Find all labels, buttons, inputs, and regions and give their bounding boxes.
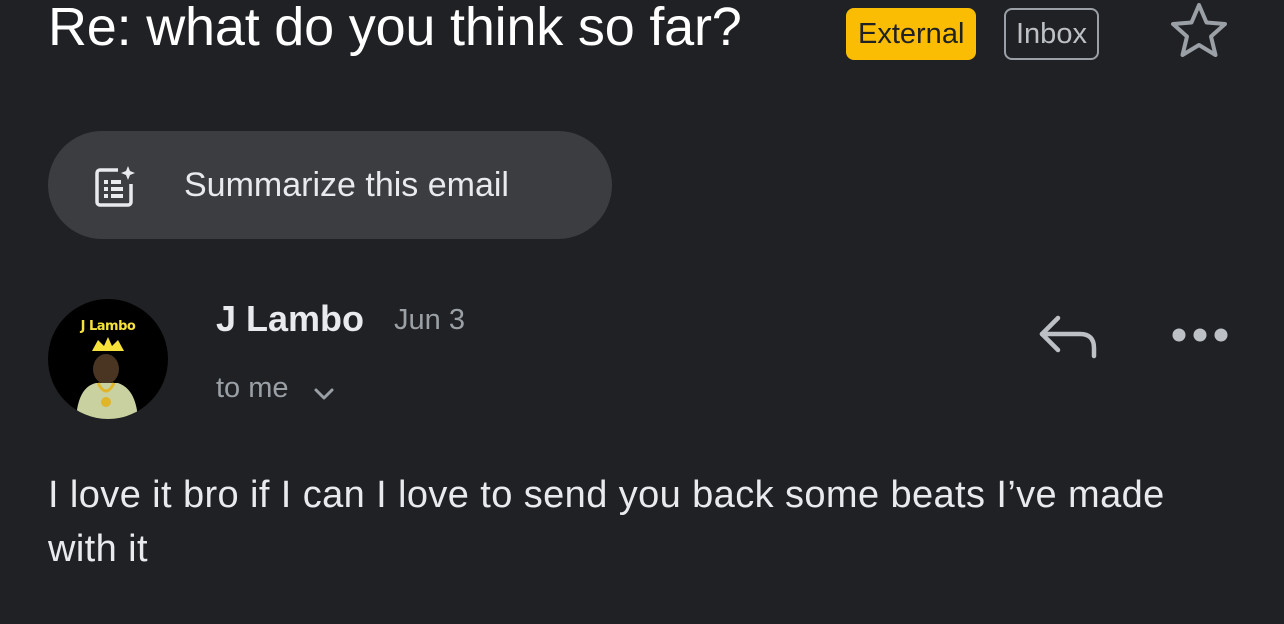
chevron-down-icon[interactable] [312, 384, 336, 404]
star-icon[interactable] [1166, 0, 1232, 62]
recipient-summary[interactable]: to me [216, 372, 289, 405]
email-date: Jun 3 [394, 304, 465, 336]
avatar-picture [76, 337, 138, 419]
more-options-icon[interactable] [1170, 322, 1230, 348]
summarize-email-button[interactable]: Summarize this email [48, 131, 612, 239]
sender-avatar[interactable]: J Lambo [48, 299, 168, 419]
email-body: I love it bro if I can I love to send yo… [48, 474, 1165, 570]
external-label-badge: External [846, 8, 977, 60]
email-subject: Re: what do you think so far? [48, 0, 742, 57]
sender-name[interactable]: J Lambo [216, 298, 364, 340]
inbox-label-badge[interactable]: Inbox [1004, 8, 1099, 60]
reply-icon[interactable] [1036, 312, 1100, 362]
summarize-email-label: Summarize this email [184, 166, 509, 204]
email-view: Re: what do you think so far? External I… [0, 0, 1284, 624]
summarize-sparkle-icon [95, 166, 135, 207]
